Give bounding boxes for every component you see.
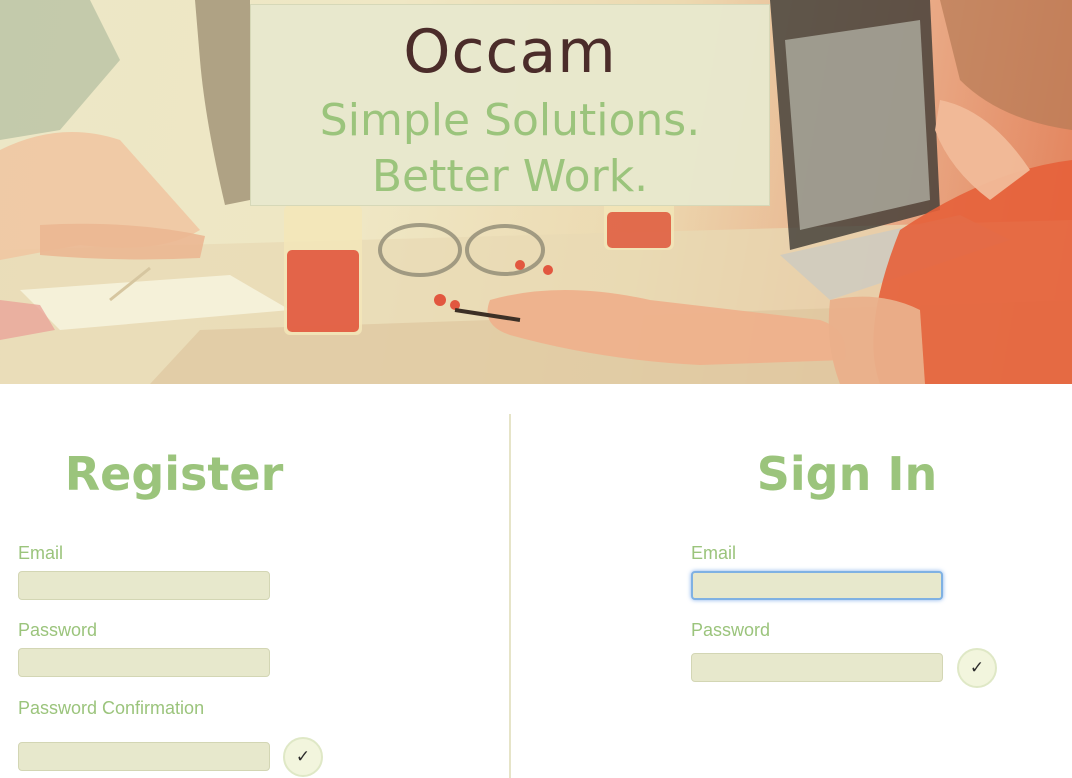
register-password-input[interactable] bbox=[18, 648, 270, 677]
checkmark-icon: ✓ bbox=[295, 747, 311, 767]
register-title: Register bbox=[64, 447, 284, 501]
sign-in-submit-button[interactable]: ✓ bbox=[957, 648, 997, 688]
register-password-confirmation-input[interactable] bbox=[18, 742, 270, 771]
register-email-input[interactable] bbox=[18, 571, 270, 600]
sign-in-title: Sign In bbox=[756, 447, 938, 501]
hero-banner: Occam Simple Solutions. Better Work. bbox=[0, 0, 1072, 384]
register-email-label: Email bbox=[18, 543, 64, 563]
sign-in-email-label: Email bbox=[691, 543, 737, 563]
tagline-line-1: Simple Solutions. bbox=[319, 95, 701, 146]
brand-title: Occam bbox=[403, 17, 617, 87]
checkmark-icon: ✓ bbox=[969, 658, 985, 678]
form-divider bbox=[509, 414, 511, 778]
title-card: Occam Simple Solutions. Better Work. bbox=[250, 4, 770, 206]
sign-in-password-input[interactable] bbox=[691, 653, 943, 682]
sign-in-password-label: Password bbox=[691, 620, 771, 640]
register-password-confirmation-label: Password Confirmation bbox=[18, 698, 205, 718]
tagline-line-2: Better Work. bbox=[371, 151, 649, 202]
sign-in-email-input[interactable] bbox=[691, 571, 943, 600]
register-password-label: Password bbox=[18, 620, 98, 640]
register-submit-button[interactable]: ✓ bbox=[283, 737, 323, 777]
